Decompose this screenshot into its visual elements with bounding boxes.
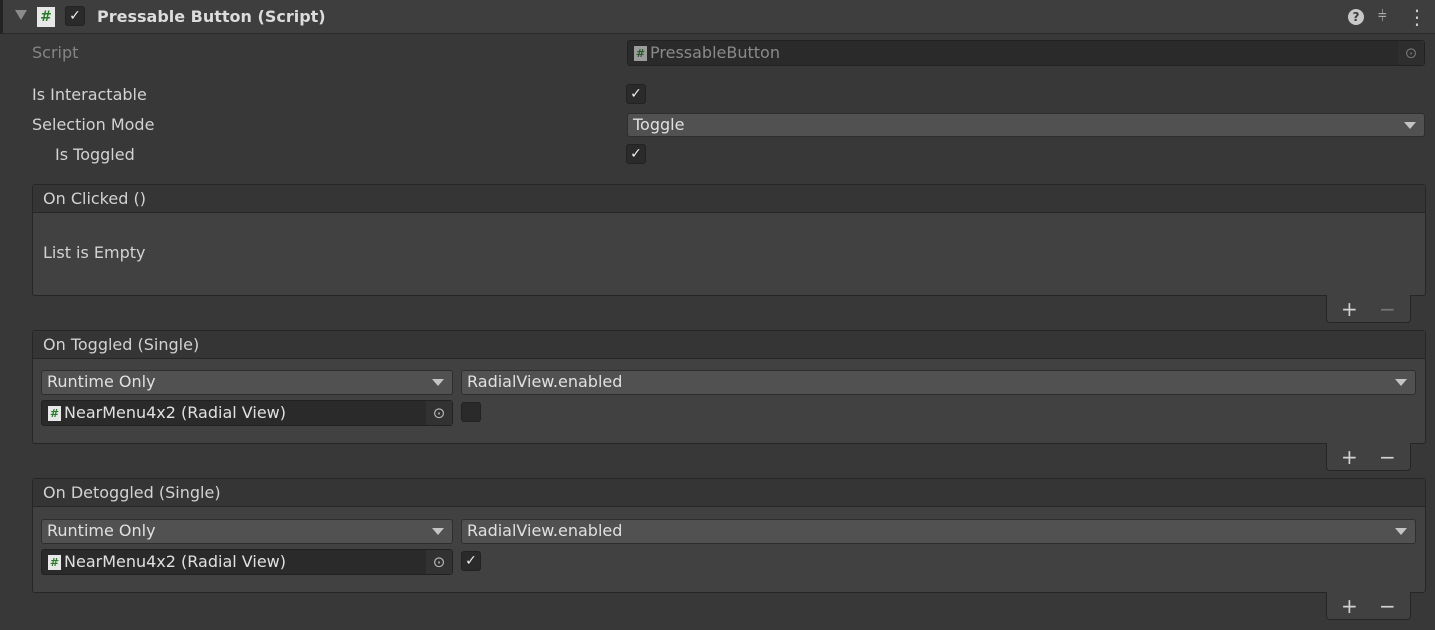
object-picker-icon[interactable]: ⊙ xyxy=(426,401,452,425)
list-footer: + − xyxy=(1326,592,1411,620)
target-value: NearMenu4x2 (Radial View) xyxy=(64,403,286,422)
list-footer: + − xyxy=(1326,295,1411,323)
script-label: Script xyxy=(32,43,79,62)
target-object-field[interactable]: # NearMenu4x2 (Radial View) ⊙ xyxy=(41,549,453,575)
more-icon[interactable]: ⋮ xyxy=(1407,5,1427,29)
list-empty-text: List is Empty xyxy=(43,243,146,262)
component-title: Pressable Button (Script) xyxy=(97,7,326,26)
script-icon: # xyxy=(48,406,61,421)
event-title: On Toggled (Single) xyxy=(33,331,1425,359)
is-toggled-checkbox[interactable]: ✓ xyxy=(626,144,646,164)
on-clicked-event: On Clicked () List is Empty xyxy=(32,184,1426,296)
help-icon[interactable]: ? xyxy=(1348,9,1364,25)
chevron-down-icon xyxy=(1395,379,1407,386)
function-dropdown[interactable]: RadialView.enabled xyxy=(461,370,1416,395)
script-icon: # xyxy=(37,7,55,27)
event-title: On Clicked () xyxy=(33,185,1425,213)
selection-mode-value: Toggle xyxy=(633,115,685,134)
remove-button[interactable]: − xyxy=(1379,594,1396,618)
is-interactable-label: Is Interactable xyxy=(32,85,147,104)
runtime-mode-dropdown[interactable]: Runtime Only xyxy=(41,519,453,544)
object-picker-icon[interactable]: ⊙ xyxy=(426,550,452,574)
enabled-value-checkbox[interactable] xyxy=(461,402,481,422)
add-button[interactable]: + xyxy=(1341,594,1358,618)
script-icon: # xyxy=(48,555,61,570)
add-button[interactable]: + xyxy=(1341,445,1358,469)
list-footer: + − xyxy=(1326,443,1411,471)
on-toggled-event: On Toggled (Single) Runtime Only RadialV… xyxy=(32,330,1426,444)
script-value: PressableButton xyxy=(650,43,780,62)
script-field[interactable]: # PressableButton ⊙ xyxy=(627,40,1425,66)
component-header[interactable]: # ✓ Pressable Button (Script) ? ⫩ ⋮ xyxy=(0,0,1435,34)
enabled-value-checkbox[interactable]: ✓ xyxy=(461,551,481,571)
mode-value: Runtime Only xyxy=(47,521,156,540)
chevron-down-icon xyxy=(432,528,444,535)
selection-mode-dropdown[interactable]: Toggle xyxy=(627,113,1425,137)
add-button[interactable]: + xyxy=(1341,297,1358,321)
function-value: RadialView.enabled xyxy=(467,521,623,540)
foldout-arrow-icon[interactable] xyxy=(15,10,27,20)
target-object-field[interactable]: # NearMenu4x2 (Radial View) ⊙ xyxy=(41,400,453,426)
selection-mode-label: Selection Mode xyxy=(32,115,155,134)
mode-value: Runtime Only xyxy=(47,372,156,391)
presets-icon[interactable]: ⫩ xyxy=(1378,7,1387,25)
is-toggled-label: Is Toggled xyxy=(55,145,135,164)
remove-button[interactable]: − xyxy=(1379,297,1396,321)
chevron-down-icon xyxy=(1404,122,1416,129)
component-enabled-checkbox[interactable]: ✓ xyxy=(65,6,85,26)
script-icon: # xyxy=(634,46,647,61)
runtime-mode-dropdown[interactable]: Runtime Only xyxy=(41,370,453,395)
function-value: RadialView.enabled xyxy=(467,372,623,391)
on-detoggled-event: On Detoggled (Single) Runtime Only Radia… xyxy=(32,478,1426,593)
chevron-down-icon xyxy=(1395,528,1407,535)
is-interactable-checkbox[interactable]: ✓ xyxy=(626,84,646,104)
remove-button[interactable]: − xyxy=(1379,445,1396,469)
target-value: NearMenu4x2 (Radial View) xyxy=(64,552,286,571)
function-dropdown[interactable]: RadialView.enabled xyxy=(461,519,1416,544)
event-title: On Detoggled (Single) xyxy=(33,479,1425,507)
object-picker-icon[interactable]: ⊙ xyxy=(1398,41,1424,65)
chevron-down-icon xyxy=(432,379,444,386)
